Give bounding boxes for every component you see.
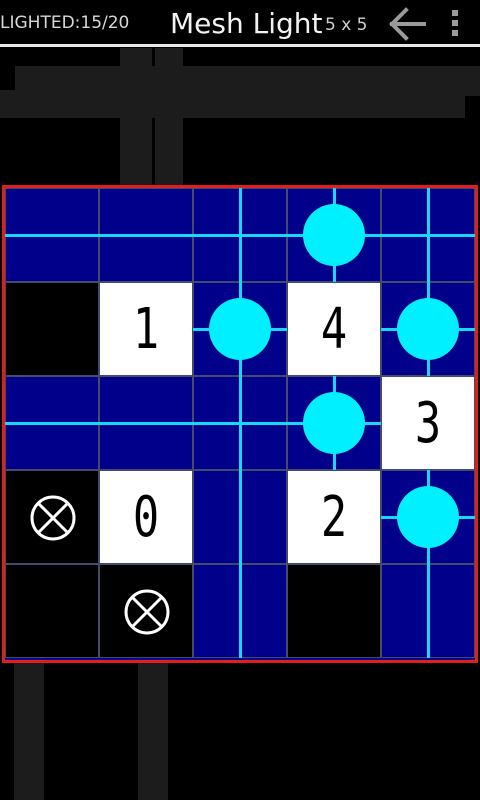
light-bulb-icon[interactable] [303, 392, 365, 454]
wall-number: 2 [320, 484, 348, 550]
game-screen: LIGHTED:15/20 Mesh Light 5 x 5 1 43 0 2 [0, 0, 480, 800]
game-board: 1 43 0 2 [2, 185, 478, 663]
background-bar [155, 46, 183, 196]
numbered-wall-cell: 1 [99, 282, 193, 376]
back-arrow-icon [389, 7, 426, 41]
wall-cell [5, 564, 99, 658]
numbered-wall-cell: 3 [381, 376, 475, 470]
no-bulb-mark-icon [124, 589, 170, 635]
marked-cell[interactable] [99, 564, 193, 658]
header-divider [0, 44, 480, 47]
wall-number: 3 [414, 390, 442, 456]
numbered-wall-cell: 2 [287, 470, 381, 564]
numbered-wall-cell: 4 [287, 282, 381, 376]
lighted-counter: LIGHTED:15/20 [0, 13, 130, 33]
overflow-menu-icon [452, 10, 458, 36]
action-bar: LIGHTED:15/20 Mesh Light 5 x 5 [0, 0, 480, 48]
light-bulb-icon[interactable] [303, 204, 365, 266]
light-bulb-icon[interactable] [397, 298, 459, 360]
app-title: Mesh Light [170, 7, 323, 40]
light-bulb-icon[interactable] [209, 298, 271, 360]
wall-cell [287, 564, 381, 658]
background-bar [0, 90, 465, 118]
wall-cell [5, 282, 99, 376]
numbered-wall-cell: 0 [99, 470, 193, 564]
background-bar [138, 660, 168, 800]
light-bulb-icon[interactable] [397, 486, 459, 548]
wall-number: 1 [132, 296, 160, 362]
marked-cell[interactable] [5, 470, 99, 564]
no-bulb-mark-icon [30, 495, 76, 541]
back-button[interactable] [388, 6, 428, 42]
wall-number: 0 [132, 484, 160, 550]
overflow-menu-button[interactable] [446, 6, 466, 42]
wall-number: 4 [320, 296, 348, 362]
background-bar [120, 46, 152, 196]
board-size-label: 5 x 5 [325, 15, 368, 35]
